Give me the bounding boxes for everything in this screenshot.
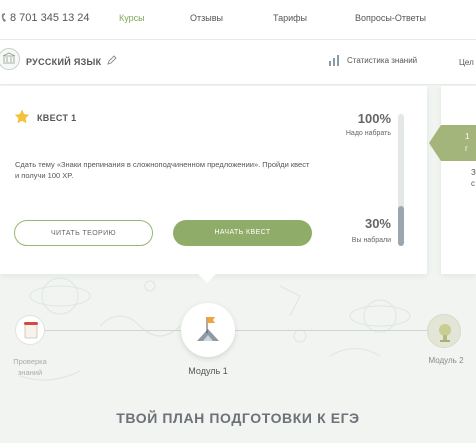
top-navigation: 8 701 345 13 24 Курсы Отзывы Тарифы Вопр…	[0, 0, 476, 40]
quest-description: Сдать тему «Знаки препинания в сложнопод…	[15, 160, 310, 180]
phone-contact[interactable]: 8 701 345 13 24	[0, 12, 90, 24]
nav-link-courses[interactable]: Курсы	[119, 13, 145, 23]
quest-title: КВЕСТ 1	[37, 113, 77, 123]
plan-section-title: ТВОЙ ПЛАН ПОДГОТОВКИ К ЕГЭ	[116, 410, 360, 426]
required-label: Надо набрать	[345, 130, 391, 137]
next-quest-tag-number: 1	[465, 132, 470, 141]
subject-bar: РУССКИЙ ЯЗЫК Статистика знаний Цел	[0, 40, 476, 85]
module-2-label: Модуль 2	[428, 356, 464, 365]
star-icon	[14, 109, 30, 124]
nav-link-faq[interactable]: Вопросы-Ответы	[355, 13, 426, 23]
quest-progress-bar	[398, 114, 404, 246]
knowledge-check-node[interactable]	[15, 315, 45, 345]
pencil-icon[interactable]	[107, 55, 117, 65]
knowledge-check-label-line2: знаний	[17, 368, 43, 377]
phone-number: 8 701 345 13 24	[10, 12, 90, 24]
subject-logo-icon	[0, 48, 20, 70]
module-2-node[interactable]	[427, 314, 461, 348]
scroll-icon	[24, 322, 38, 339]
flag-icon	[197, 317, 219, 341]
start-quest-button[interactable]: НАЧАТЬ КВЕСТ	[173, 220, 312, 246]
earned-percent: 30%	[364, 216, 391, 231]
trophy-icon	[439, 324, 451, 342]
quest-progress-fill	[398, 206, 404, 246]
earned-label: Вы набрали	[351, 237, 391, 244]
read-theory-button[interactable]: ЧИТАТЬ ТЕОРИЮ	[14, 220, 153, 246]
module-1-label: Модуль 1	[188, 366, 228, 376]
stats-icon	[329, 55, 339, 66]
knowledge-check-label-line1: Проверка	[13, 357, 47, 366]
nav-link-pricing[interactable]: Тарифы	[273, 13, 307, 23]
next-quest-card[interactable]: З с	[441, 86, 476, 274]
module-1-node[interactable]	[181, 303, 235, 357]
phone-icon	[1, 13, 6, 22]
required-percent: 100%	[357, 111, 391, 126]
card-pointer	[198, 274, 216, 283]
knowledge-check-label: Проверка знаний	[0, 356, 60, 378]
nav-link-reviews[interactable]: Отзывы	[190, 13, 223, 23]
timeline-line	[30, 330, 450, 331]
subject-title: РУССКИЙ ЯЗЫК	[26, 57, 102, 67]
next-quest-tag: 1 г	[429, 125, 476, 166]
next-quest-line-2: с	[471, 179, 475, 188]
goals-link[interactable]: Цел	[459, 58, 474, 67]
next-quest-tag-sub: г	[465, 144, 468, 153]
next-quest-line-1: З	[471, 168, 476, 177]
stats-label: Статистика знаний	[347, 56, 418, 65]
stats-link[interactable]: Статистика знаний	[328, 55, 417, 66]
